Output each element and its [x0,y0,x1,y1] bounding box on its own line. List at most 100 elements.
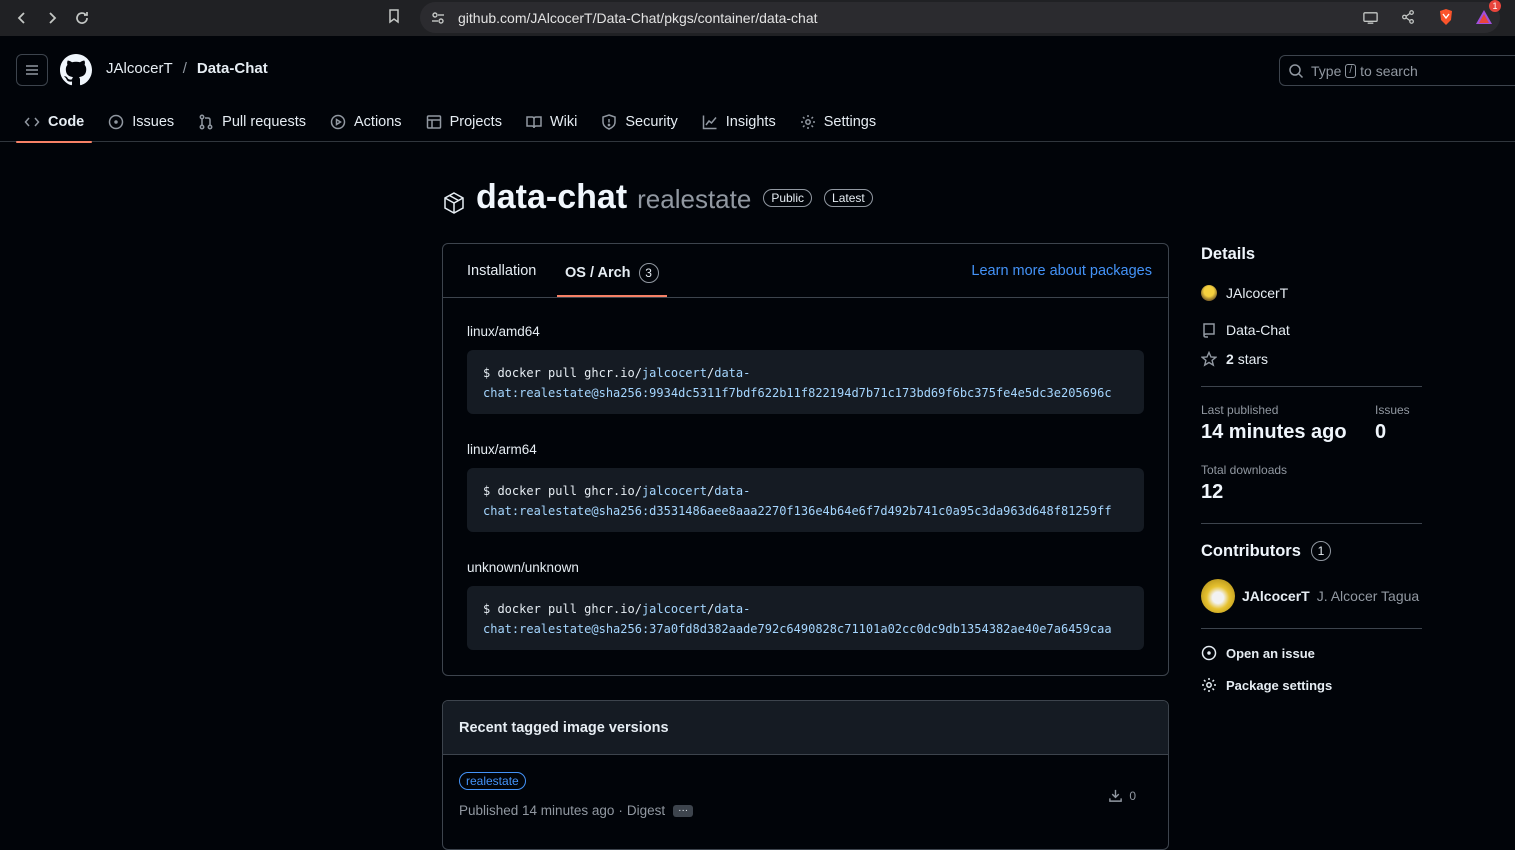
package-icon [444,191,464,214]
repo-link[interactable]: Data-Chat [1201,322,1290,338]
menu-button[interactable] [16,54,48,86]
tab-settings[interactable]: Settings [792,102,884,142]
tab-label: Pull requests [222,114,306,130]
bookmark-icon[interactable] [386,8,406,28]
tab-projects[interactable]: Projects [418,102,510,142]
tab-label: Issues [132,114,175,130]
tab-security[interactable]: Security [593,102,685,142]
last-published-value: 14 minutes ago [1201,421,1347,443]
tab-insights[interactable]: Insights [694,102,784,142]
last-published-label: Last published [1201,403,1279,417]
tab-wiki[interactable]: Wiki [518,102,585,142]
github-header: JAlcocerT / Data-Chat Type / to search C… [0,36,1515,143]
share-icon[interactable] [1397,6,1419,28]
graph-icon [702,115,717,130]
arch-section: linux/amd64 $ docker pull ghcr.io/jalcoc… [467,324,1144,414]
tab-os-arch[interactable]: OS / Arch 3 [557,263,667,297]
pull-request-icon [199,114,213,130]
contributors-header: Contributors 1 [1201,541,1331,561]
code-icon [24,117,40,127]
installation-tabs: Installation OS / Arch 3 Learn more abou… [443,244,1168,298]
book-icon [526,116,542,129]
version-meta: Published 14 minutes ago · Digest ··· [459,803,694,818]
cmd-prefix: $ docker pull ghcr.io/ [483,602,642,616]
docker-pull-command[interactable]: $ docker pull ghcr.io/jalcocert/data- ch… [467,586,1144,650]
versions-heading: Recent tagged image versions [443,701,1168,755]
details-heading: Details [1201,245,1256,263]
docker-pull-command[interactable]: $ docker pull ghcr.io/jalcocert/data- ch… [467,350,1144,414]
owner-link[interactable]: JAlcocerT [1201,285,1288,301]
cmd-repo: data- [714,602,751,616]
download-count: 0 [1129,788,1136,803]
recent-versions-panel: Recent tagged image versions realestate … [442,700,1169,850]
contributor-item[interactable]: JAlcocerT J. Alcocer Tagua [1201,579,1419,613]
cmd-digest-line: chat:realestate@sha256:9934dc5311f7bdf62… [483,386,1112,400]
address-bar[interactable]: github.com/JAlcocerT/Data-Chat/pkgs/cont… [420,2,1500,33]
contributors-counter: 1 [1310,541,1331,561]
breadcrumb-owner[interactable]: JAlcocerT [106,60,173,77]
issues-value: 0 [1375,421,1387,443]
visibility-badge: Public [763,188,813,207]
table-icon [426,115,441,129]
tab-label: Insights [725,114,776,130]
breadcrumb-repo[interactable]: Data-Chat [197,60,268,77]
tab-issues[interactable]: Issues [100,102,182,142]
tab-code[interactable]: Code [16,102,93,143]
tab-pull-requests[interactable]: Pull requests [190,102,314,142]
avatar [1201,285,1217,301]
stars-label: stars [1237,351,1269,367]
reload-icon[interactable] [67,3,97,33]
cmd-owner: jalcocert [641,366,707,380]
learn-more-link[interactable]: Learn more about packages [971,263,1152,279]
avatar [1201,579,1235,613]
site-settings-icon[interactable] [430,10,446,26]
contributor-fullname: J. Alcocer Tagua [1316,588,1420,604]
package-title-row: data-chat realestate Public Latest [442,178,873,217]
brave-shield-icon[interactable] [1435,6,1457,28]
docker-pull-command[interactable]: $ docker pull ghcr.io/jalcocert/data- ch… [467,468,1144,532]
meta-separator: · [618,803,623,818]
tab-actions[interactable]: Actions [322,102,410,142]
arch-label: linux/amd64 [467,324,540,339]
search-placeholder-suffix: to search [1360,62,1418,79]
tab-label: Actions [354,114,402,130]
digest-expand-button[interactable]: ··· [673,804,694,817]
notification-badge: 1 [1489,0,1501,12]
arch-section: unknown/unknown $ docker pull ghcr.io/ja… [467,560,1144,650]
tab-label: Wiki [549,114,578,130]
url-text: github.com/JAlcocerT/Data-Chat/pkgs/cont… [458,9,818,26]
package-settings-label: Package settings [1226,677,1333,693]
back-icon[interactable] [7,3,37,33]
package-settings-link[interactable]: Package settings [1201,677,1332,693]
owner-name: JAlcocerT [1226,285,1289,301]
search-shortcut-key: / [1345,63,1357,78]
divider [1201,386,1422,387]
brave-rewards-icon[interactable]: 1 [1473,0,1501,28]
version-row: realestate Published 14 minutes ago · Di… [443,755,1168,845]
version-tag[interactable]: realestate [459,772,526,790]
version-digest-label: Digest [626,803,666,818]
cmd-owner: jalcocert [641,602,707,616]
gear-icon [800,115,815,129]
cast-icon[interactable] [1359,6,1381,28]
search-input[interactable]: Type / to search [1279,55,1515,86]
tab-os-arch-label: OS / Arch [565,265,631,281]
issue-icon [109,114,124,130]
total-downloads-label: Total downloads [1201,463,1288,477]
forward-icon[interactable] [37,3,67,33]
cmd-prefix: $ docker pull ghcr.io/ [483,366,642,380]
contributors-heading: Contributors [1201,541,1301,560]
breadcrumb-separator: / [182,60,187,77]
star-icon [1201,351,1217,367]
tab-installation[interactable]: Installation [467,263,536,279]
latest-badge: Latest [824,188,873,207]
total-downloads-value: 12 [1201,481,1224,503]
contributor-login: JAlcocerT [1242,588,1310,604]
cmd-prefix: $ docker pull ghcr.io/ [483,484,642,498]
stars-link[interactable]: 2 stars [1201,351,1268,367]
cmd-digest-line: chat:realestate@sha256:37a0fd8d382aade79… [483,622,1112,636]
divider [1201,628,1422,629]
github-logo-icon[interactable] [60,54,92,86]
open-issue-link[interactable]: Open an issue [1201,645,1315,661]
tab-label: Code [48,114,85,130]
